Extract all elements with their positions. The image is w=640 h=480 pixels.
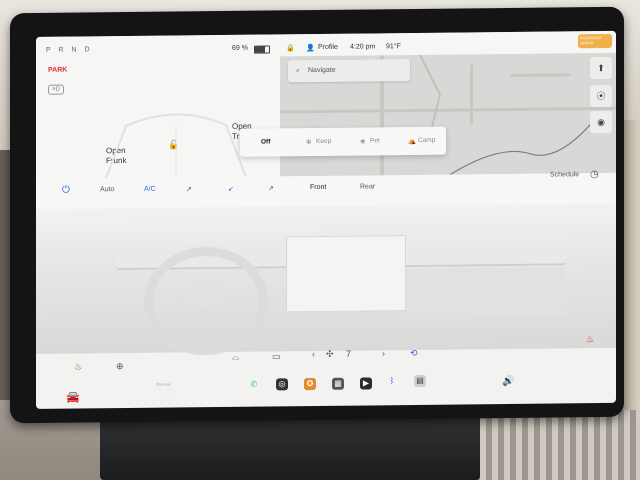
profile-icon[interactable]: 👤 (306, 44, 315, 52)
outside-temp: 91°F (386, 43, 401, 51)
airflow-face-icon[interactable]: ↗ (186, 185, 192, 193)
battery-icon (254, 45, 270, 54)
schedule-button[interactable]: Schedule (550, 171, 579, 178)
navigate-placeholder: Navigate (308, 66, 336, 75)
park-indicator: PARK (48, 66, 68, 74)
cabin-controls: ♨ ⊕ ⌓ ▭ ‹ ✣ 7 › ⟲ ♨ (36, 334, 616, 409)
glovebox (406, 267, 566, 320)
calendar-icon[interactable]: ▤ (414, 374, 426, 387)
pet-icon: ❀ (360, 138, 366, 146)
profile-button[interactable]: Profile (318, 44, 338, 51)
steering-heat-icon[interactable]: ⊕ (116, 361, 124, 372)
recirculate-icon[interactable]: ⟲ (410, 348, 418, 359)
bluetooth-icon[interactable]: ᛒ (386, 375, 398, 387)
touchscreen: P R N D PARK ≡D 69 % Open Frunk 🔓 Open T… (36, 30, 616, 409)
driver-seat-heat-icon[interactable]: ♨ (74, 361, 82, 372)
navigate-search[interactable]: ⌕ Navigate (288, 59, 410, 83)
passenger-seat-heat-icon[interactable]: ♨ (586, 334, 594, 345)
fan-decrease-icon[interactable]: ‹ (312, 349, 315, 359)
fan-icon: ✣ (326, 348, 334, 359)
location-pin-icon[interactable]: ⦿ (590, 84, 612, 108)
ac-button[interactable]: A/C (144, 186, 156, 193)
map-view[interactable]: ⌕ Navigate ⬆ ⦿ ◉ (280, 52, 616, 177)
center-display (286, 235, 406, 313)
apps-icon[interactable]: ▦ (332, 377, 344, 390)
passenger-airbag-label: PASSENGER AIRBAG (580, 36, 602, 46)
headlights-icon[interactable]: ≡D (48, 84, 64, 95)
clock: 4:20 pm (350, 43, 376, 51)
search-icon: ⌕ (296, 67, 300, 75)
camera-icon[interactable]: ◎ (276, 378, 288, 391)
background-seat (480, 410, 640, 480)
auto-button[interactable]: Auto (100, 186, 114, 193)
airflow-feet-icon[interactable]: ↙ (228, 185, 234, 193)
passenger-airbag-badge: PASSENGER AIRBAG (578, 33, 612, 49)
car-outline-image (105, 113, 247, 179)
fan-mode-icon: ✻ (306, 139, 312, 147)
mode-off[interactable]: Off (261, 138, 270, 145)
cabin-visualization (36, 202, 616, 356)
rear-defrost-icon[interactable]: ▭ (272, 351, 281, 362)
compass-icon[interactable]: ⬆ (590, 56, 612, 80)
rear-tab[interactable]: Rear (360, 183, 375, 190)
power-icon[interactable]: ⏻ (62, 185, 70, 196)
front-defrost-icon[interactable]: ⌓ (232, 352, 239, 363)
steering-hub (188, 278, 224, 308)
theater-icon[interactable]: ▶ (360, 377, 372, 390)
mode-camp[interactable]: Camp (418, 137, 435, 144)
front-tab[interactable]: Front (310, 184, 326, 191)
sentry-lock-icon[interactable]: 🔒 (286, 44, 295, 52)
screen-bezel: P R N D PARK ≡D 69 % Open Frunk 🔓 Open T… (10, 6, 624, 424)
map-controls: ⬆ ⦿ ◉ (590, 56, 612, 137)
clock-icon[interactable]: ◷ (590, 169, 599, 180)
battery-percent: 69 % (232, 44, 248, 52)
fan-speed: 7 (346, 348, 352, 359)
camp-icon: ⛺ (408, 137, 417, 146)
airflow-windshield-icon[interactable]: ↗ (268, 184, 274, 192)
vehicle-panel: P R N D PARK ≡D 69 % Open Frunk 🔓 Open T… (36, 34, 280, 179)
phone-icon[interactable]: ✆ (248, 379, 260, 391)
toybox-icon[interactable]: ✪ (304, 378, 316, 391)
volume-icon[interactable]: 🔊 (502, 376, 514, 387)
gear-selector: P R N D (46, 46, 93, 54)
climate-mode-selector: Off ✻ Keep ❀ Pet ⛺ Camp (240, 126, 446, 157)
recenter-icon[interactable]: ◉ (590, 110, 612, 134)
driver-temp-value[interactable]: LO (158, 386, 175, 401)
fan-increase-icon[interactable]: › (382, 348, 385, 358)
mode-pet[interactable]: Pet (370, 137, 380, 144)
car-icon[interactable]: 🚘 (66, 390, 80, 403)
mode-keep[interactable]: Keep (316, 138, 331, 145)
